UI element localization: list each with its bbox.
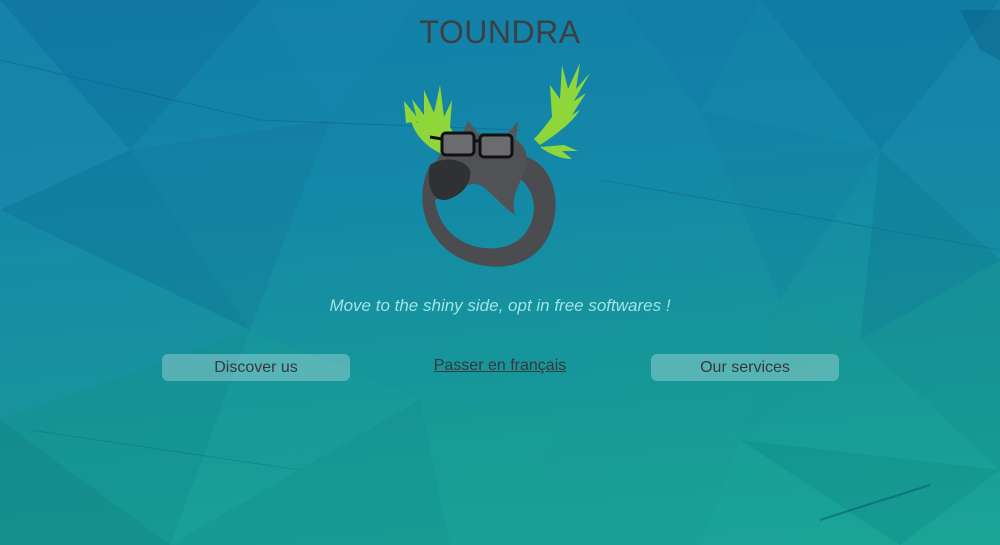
language-switch-link[interactable]: Passer en français (400, 357, 600, 375)
tagline: Move to the shiny side, opt in free soft… (329, 296, 671, 315)
discover-us-button[interactable]: Discover us (162, 354, 350, 381)
site-title: TOUNDRA (419, 14, 581, 50)
our-services-button[interactable]: Our services (651, 354, 839, 381)
moose-head-with-glasses-icon (404, 63, 590, 267)
